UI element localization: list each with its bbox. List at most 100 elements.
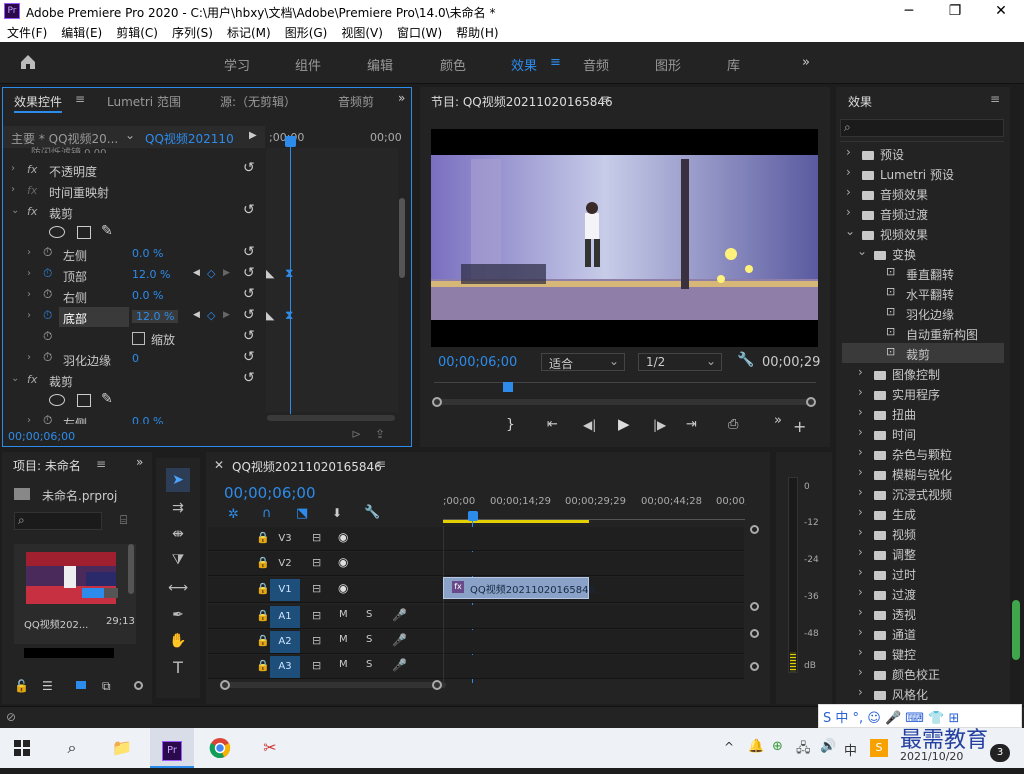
volume-icon[interactable]: 🔊 (820, 739, 836, 754)
second-thumbnail[interactable] (24, 648, 114, 658)
tree-item-noise-grain[interactable]: › 杂色与颗粒 (842, 443, 1004, 463)
screen-capture-icon[interactable]: ✂ (248, 728, 292, 768)
stopwatch-active-icon[interactable]: ⏱ (43, 266, 52, 281)
go-to-in-icon[interactable]: ⇤ (547, 417, 558, 432)
reset-icon[interactable]: ↺ (243, 328, 255, 344)
tree-item-auto-reframe[interactable]: ⊡ 自动重新构图 (842, 323, 1004, 343)
tab-effects-menu-icon[interactable]: ≡ (550, 55, 561, 70)
mic-icon[interactable]: 🎤 (392, 633, 407, 647)
tree-item-keying[interactable]: › 键控 (842, 643, 1004, 663)
track-v2[interactable]: 🔒 V2 ⊟ ◉ (208, 552, 744, 576)
ec-row-value[interactable]: 0.0 % (132, 415, 163, 424)
lock-icon[interactable]: 🔒 (256, 659, 270, 672)
freeform-view-icon[interactable]: ⧉ (102, 679, 111, 694)
ec-h-scrollbar[interactable] (267, 415, 395, 421)
a-scroll-handle[interactable] (750, 629, 759, 638)
mic-icon[interactable]: 🎤 (392, 608, 407, 622)
tab-effects[interactable]: 效果 (511, 55, 537, 74)
track-v3[interactable]: 🔒 V3 ⊟ ◉ (208, 527, 744, 551)
timeline-playhead-handle[interactable] (468, 511, 478, 521)
expand-chevron-icon[interactable]: › (27, 310, 31, 321)
tree-item-obsolete[interactable]: › 过时 (842, 563, 1004, 583)
eye-icon[interactable]: ◉ (338, 581, 348, 595)
track-label[interactable]: A1 (270, 606, 300, 628)
ec-row-value[interactable]: 0.0 % (132, 289, 163, 302)
search-icon[interactable]: ⌕ (50, 728, 94, 768)
effects-scrollbar[interactable] (1012, 600, 1020, 660)
tree-item-video-effects[interactable]: ⌄ 视频效果 (842, 223, 1004, 243)
more-tabs-icon[interactable]: » (398, 91, 405, 105)
ec-timecode[interactable]: 00;00;06;00 (8, 430, 75, 443)
ec-row-right[interactable]: › ⏱ 右侧 0.0 % ↺ (11, 286, 266, 307)
hand-tool-icon[interactable]: ✋ (166, 629, 190, 653)
expand-chevron-icon[interactable]: › (27, 415, 31, 424)
work-area-bar[interactable] (443, 520, 589, 523)
keyframe-icon[interactable]: ⧗ (285, 266, 293, 281)
tree-item-blur-sharpen[interactable]: › 模糊与锐化 (842, 463, 1004, 483)
fx-badge-icon[interactable]: fx (27, 163, 37, 176)
track-a1[interactable]: 🔒 A1 ⊟ M S 🎤 (208, 605, 744, 629)
tree-item-video[interactable]: › 视频 (842, 523, 1004, 543)
reset-icon[interactable]: ↺ (243, 244, 255, 260)
track-label[interactable]: V3 (270, 528, 300, 550)
file-explorer-icon[interactable]: 📁 (100, 728, 144, 768)
security-icon[interactable]: ⊕ (772, 739, 783, 754)
stopwatch-active-icon[interactable]: ⏱ (43, 308, 52, 323)
expand-chevron-icon[interactable]: › (11, 163, 15, 174)
network-icon[interactable]: 🖧 (796, 739, 811, 761)
stopwatch-icon[interactable]: ⏱ (43, 287, 52, 302)
tree-item-utility[interactable]: › 实用程序 (842, 383, 1004, 403)
project-scrollbar[interactable] (128, 544, 134, 594)
tree-item-generate[interactable]: › 生成 (842, 503, 1004, 523)
solo-button[interactable]: S (366, 609, 372, 620)
tab-lumetri-scopes[interactable]: Lumetri 范围 (107, 93, 181, 110)
tab-color[interactable]: 颜色 (440, 55, 466, 74)
tree-item-crop[interactable]: ⊡ 裁剪 (842, 343, 1004, 363)
lock-icon[interactable]: 🔒 (256, 582, 270, 595)
sync-lock-icon[interactable]: ⊟ (312, 659, 321, 672)
home-icon[interactable] (18, 52, 38, 72)
reset-icon[interactable]: ↺ (243, 265, 255, 281)
ec-row-bottom[interactable]: › ⏱ 底部 12.0 % ◀ ◇ ▶ ↺ (11, 307, 266, 328)
lock-icon[interactable]: 🔒 (256, 634, 270, 647)
track-label[interactable]: V1 (270, 579, 300, 601)
lock-icon[interactable]: 🔒 (256, 556, 270, 569)
h-scroll-handle[interactable] (220, 680, 230, 690)
project-search-input[interactable] (14, 512, 102, 530)
program-title[interactable]: 节目: QQ视频20211020165846 (431, 93, 613, 110)
tree-item-perspective[interactable]: › 透视 (842, 603, 1004, 623)
more-workspaces-icon[interactable]: » (802, 55, 810, 70)
go-to-out-icon[interactable]: ⇥ (686, 417, 697, 432)
mic-icon[interactable]: 🎤 (392, 658, 407, 672)
tree-item-transform[interactable]: ⌄ 变换 (842, 243, 1004, 263)
expand-chevron-icon[interactable]: › (27, 289, 31, 300)
tree-item-adjust[interactable]: › 调整 (842, 543, 1004, 563)
panel-menu-icon[interactable]: ≡ (75, 92, 85, 106)
program-playhead[interactable] (503, 382, 513, 392)
keyframe-icon[interactable]: ⧗ (285, 308, 293, 323)
ec-row-feather[interactable]: › ⏱ 羽化边缘 0 ↺ (11, 349, 266, 370)
icon-view-icon[interactable] (76, 681, 86, 689)
h-scrollbar-left[interactable] (220, 682, 446, 688)
eye-icon[interactable]: ◉ (338, 530, 348, 544)
ec-row-opacity[interactable]: › fx 不透明度 ↺ (11, 160, 266, 181)
mute-button[interactable]: M (339, 609, 348, 620)
menu-marker[interactable]: 标记(M) (220, 24, 278, 42)
ec-row-time-remap[interactable]: › fx 时间重映射 (11, 181, 266, 202)
menu-clip[interactable]: 剪辑(C) (109, 24, 165, 42)
menu-help[interactable]: 帮助(H) (449, 24, 505, 42)
solo-button[interactable]: S (366, 659, 372, 670)
stopwatch-icon[interactable]: ⏱ (43, 329, 52, 344)
nest-icon[interactable]: ✲ (228, 507, 239, 522)
tab-graphics[interactable]: 图形 (655, 55, 681, 74)
play-icon[interactable]: ▶ (618, 415, 630, 433)
tree-item-vertical-flip[interactable]: ⊡ 垂直翻转 (842, 263, 1004, 283)
chevron-down-icon[interactable]: ⌄ (125, 128, 135, 142)
notification-icon[interactable]: 🔔 (748, 739, 764, 754)
fx-badge-icon[interactable]: fx (27, 205, 37, 218)
panel-menu-icon[interactable]: ≡ (376, 457, 386, 471)
expand-chevron-icon[interactable]: › (27, 247, 31, 258)
slip-tool-icon[interactable]: ⟷ (166, 576, 190, 600)
reset-icon[interactable]: ↺ (243, 349, 255, 365)
sync-lock-icon[interactable]: ⊟ (312, 556, 321, 569)
